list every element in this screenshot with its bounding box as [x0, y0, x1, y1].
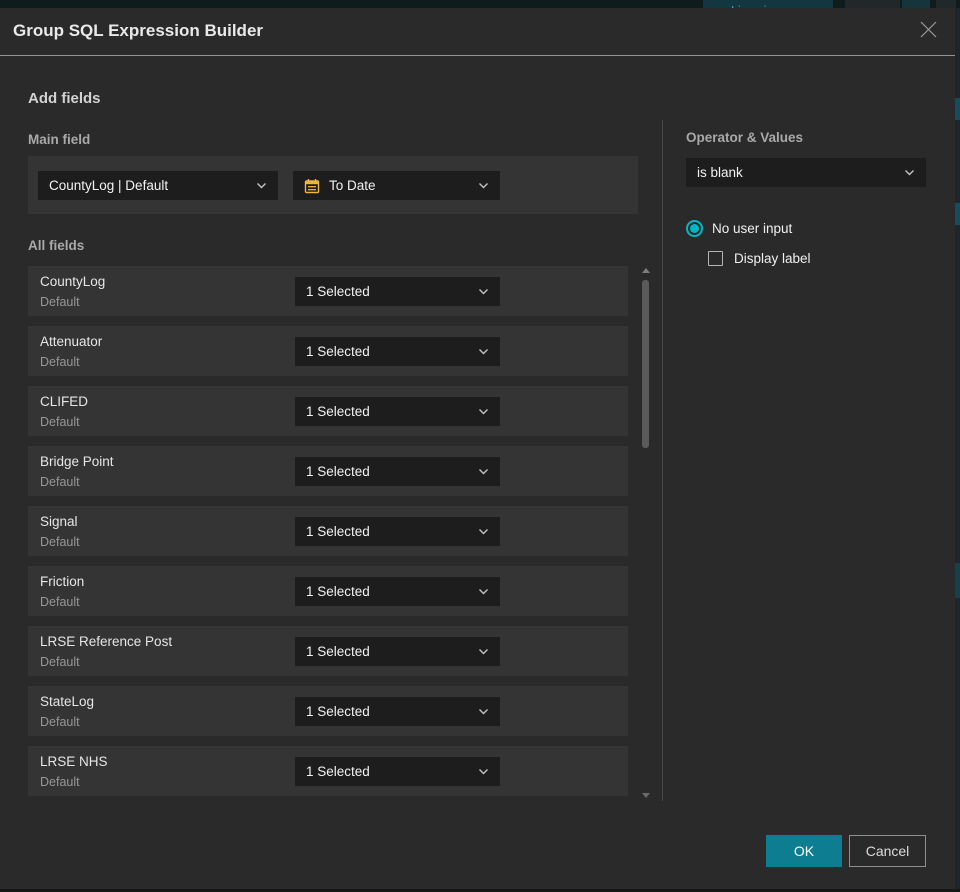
field-selected-dropdown[interactable]: 1 Selected [295, 577, 500, 606]
field-selected-dropdown[interactable]: 1 Selected [295, 757, 500, 786]
field-selected-value: 1 Selected [306, 464, 370, 479]
field-selected-value: 1 Selected [306, 344, 370, 359]
field-selected-dropdown[interactable]: 1 Selected [295, 637, 500, 666]
field-name: Signal [40, 514, 78, 529]
toolbar-fragment [936, 0, 956, 8]
chevron-down-icon [478, 648, 489, 655]
field-name: LRSE Reference Post [40, 634, 173, 649]
field-selected-value: 1 Selected [306, 644, 370, 659]
close-button[interactable] [915, 19, 941, 45]
field-selected-value: 1 Selected [306, 704, 370, 719]
main-field-label: Main field [28, 132, 91, 147]
radio-selected-dot [690, 224, 699, 233]
display-label-checkbox[interactable] [708, 251, 723, 266]
calendar-icon [304, 178, 320, 194]
list-scrollbar[interactable] [641, 266, 650, 800]
group-sql-expression-builder-dialog: Group SQL Expression Builder Add fields … [0, 8, 955, 889]
field-subtitle: Default [40, 355, 80, 369]
chevron-down-icon [478, 408, 489, 415]
field-selected-dropdown[interactable]: 1 Selected [295, 697, 500, 726]
field-row: Friction Default 1 Selected [28, 566, 628, 616]
chevron-down-icon [478, 182, 489, 189]
field-subtitle: Default [40, 535, 80, 549]
field-row: Bridge Point Default 1 Selected [28, 446, 628, 496]
all-fields-list: CountyLog Default 1 Selected Attenuator … [28, 266, 628, 806]
chevron-down-icon [256, 182, 267, 189]
operator-dropdown-value: is blank [697, 165, 743, 180]
main-field-dropdown[interactable]: CountyLog | Default [38, 171, 278, 200]
field-selected-value: 1 Selected [306, 284, 370, 299]
field-name: CLIFED [40, 394, 89, 409]
live-view-button: Live view [703, 0, 833, 8]
field-row: LRSE NHS Default 1 Selected [28, 746, 628, 796]
field-selected-dropdown[interactable]: 1 Selected [295, 277, 500, 306]
chevron-down-icon [478, 468, 489, 475]
field-selected-dropdown[interactable]: 1 Selected [295, 517, 500, 546]
field-subtitle: Default [40, 415, 80, 429]
main-field-type-dropdown[interactable]: To Date [293, 171, 500, 200]
field-selected-value: 1 Selected [306, 524, 370, 539]
display-label-label: Display label [734, 251, 811, 266]
field-subtitle: Default [40, 715, 80, 729]
field-subtitle: Default [40, 655, 80, 669]
field-row: CLIFED Default 1 Selected [28, 386, 628, 436]
field-selected-dropdown[interactable]: 1 Selected [295, 457, 500, 486]
field-subtitle: Default [40, 295, 80, 309]
field-row: LRSE Reference Post Default 1 Selected [28, 626, 628, 676]
toolbar-fragment [845, 0, 900, 8]
chevron-down-icon [478, 768, 489, 775]
background-app-right-edge [955, 8, 960, 889]
field-selected-dropdown[interactable]: 1 Selected [295, 337, 500, 366]
field-row: Attenuator Default 1 Selected [28, 326, 628, 376]
field-subtitle: Default [40, 595, 80, 609]
chevron-down-icon [478, 588, 489, 595]
field-row: StateLog Default 1 Selected [28, 686, 628, 736]
operator-values-label: Operator & Values [686, 130, 804, 145]
dialog-titlebar: Group SQL Expression Builder [0, 8, 955, 56]
cancel-button[interactable]: Cancel [849, 835, 926, 867]
chevron-down-icon [478, 708, 489, 715]
field-name: Bridge Point [40, 454, 114, 469]
scroll-up-arrow-icon[interactable] [642, 268, 650, 273]
chevron-down-icon [478, 528, 489, 535]
chevron-down-icon [904, 169, 915, 176]
ok-button[interactable]: OK [766, 835, 842, 867]
main-field-panel: CountyLog | Default To Date [28, 156, 638, 214]
field-selected-value: 1 Selected [306, 404, 370, 419]
chevron-down-icon [478, 348, 489, 355]
field-row: Signal Default 1 Selected [28, 506, 628, 556]
field-name: LRSE NHS [40, 754, 108, 769]
field-selected-dropdown[interactable]: 1 Selected [295, 397, 500, 426]
field-subtitle: Default [40, 775, 80, 789]
field-name: Friction [40, 574, 85, 589]
field-selected-value: 1 Selected [306, 764, 370, 779]
background-app-toolbar: Live view [0, 0, 960, 8]
dialog-title: Group SQL Expression Builder [13, 21, 264, 40]
all-fields-label: All fields [28, 238, 85, 253]
field-name: StateLog [40, 694, 95, 709]
close-icon [919, 20, 938, 44]
chevron-down-icon [478, 288, 489, 295]
field-subtitle: Default [40, 475, 80, 489]
toolbar-fragment [902, 0, 930, 8]
field-selected-value: 1 Selected [306, 584, 370, 599]
add-fields-heading: Add fields [28, 90, 101, 107]
no-user-input-label: No user input [712, 221, 793, 236]
main-field-type-value: To Date [329, 178, 376, 193]
scrollbar-thumb[interactable] [642, 280, 649, 448]
field-row: CountyLog Default 1 Selected [28, 266, 628, 316]
field-name: CountyLog [40, 274, 106, 289]
no-user-input-radio[interactable] [686, 220, 703, 237]
operator-dropdown[interactable]: is blank [686, 158, 926, 187]
scroll-down-arrow-icon[interactable] [642, 793, 650, 798]
field-name: Attenuator [40, 334, 103, 349]
main-field-dropdown-value: CountyLog | Default [49, 178, 169, 193]
column-divider [662, 120, 663, 801]
